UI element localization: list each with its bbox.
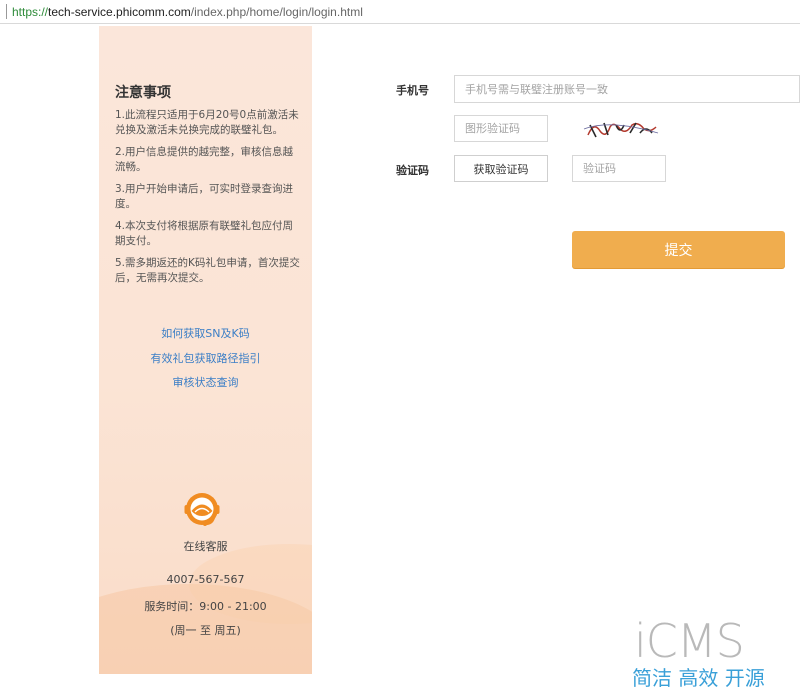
- notice-item: 1.此流程只适用于6月20号0点前激活未兑换及激活未兑换完成的联璧礼包。: [115, 109, 299, 136]
- address-bar[interactable]: https://tech-service.phicomm.com/index.p…: [0, 0, 800, 24]
- captcha-image[interactable]: [580, 113, 660, 143]
- review-status-query-link[interactable]: 审核状态查询: [99, 374, 312, 399]
- watermark: iCMS 简洁 高效 开源: [630, 616, 800, 700]
- notice-list: 1.此流程只适用于6月20号0点前激活未兑换及激活未兑换完成的联璧礼包。 2.用…: [115, 108, 301, 293]
- online-service-label[interactable]: 在线客服: [99, 538, 312, 554]
- help-links: 如何获取SN及K码 有效礼包获取路径指引 审核状态查询: [99, 325, 312, 399]
- service-hours: 服务时间：9:00 - 21:00: [144, 600, 267, 613]
- submit-button[interactable]: 提交: [572, 231, 785, 268]
- notice-item: 2.用户信息提供的越完整，审核信息越流畅。: [115, 146, 294, 173]
- url-scheme: https://: [12, 5, 49, 19]
- gift-package-guide-link[interactable]: 有效礼包获取路径指引: [99, 350, 312, 375]
- sms-code-label: 验证码: [396, 164, 429, 177]
- url-path: /index.php/home/login/login.html: [190, 5, 363, 19]
- notice-title: 注意事项: [115, 85, 171, 101]
- url-text[interactable]: https://tech-service.phicomm.com/index.p…: [12, 4, 363, 20]
- how-to-get-sn-kcode-link[interactable]: 如何获取SN及K码: [99, 325, 312, 350]
- get-sms-code-button[interactable]: 获取验证码: [454, 155, 548, 182]
- watermark-logo: iCMS: [634, 614, 745, 668]
- service-phone: 4007-567-567: [166, 573, 245, 586]
- watermark-slogan: 简洁 高效 开源: [632, 666, 765, 690]
- text-cursor: [6, 4, 7, 19]
- notice-sidebar: 注意事项 1.此流程只适用于6月20号0点前激活未兑换及激活未兑换完成的联璧礼包…: [99, 26, 312, 674]
- notice-item: 4.本次支付将根据原有联璧礼包应付周期支付。: [115, 220, 294, 247]
- notice-item: 3.用户开始申请后，可实时登录查询进度。: [115, 183, 294, 210]
- customer-service-icon[interactable]: [182, 490, 222, 530]
- notice-item: 5.需多期返还的K码礼包申请，首次提交后，无需再次提交。: [115, 257, 300, 284]
- captcha-input[interactable]: [454, 115, 548, 142]
- url-host: tech-service.phicomm.com: [48, 5, 191, 19]
- service-days: (周一 至 周五): [170, 624, 241, 637]
- phone-input[interactable]: [454, 75, 800, 103]
- sms-code-input[interactable]: [572, 155, 666, 182]
- phone-label: 手机号: [396, 84, 429, 97]
